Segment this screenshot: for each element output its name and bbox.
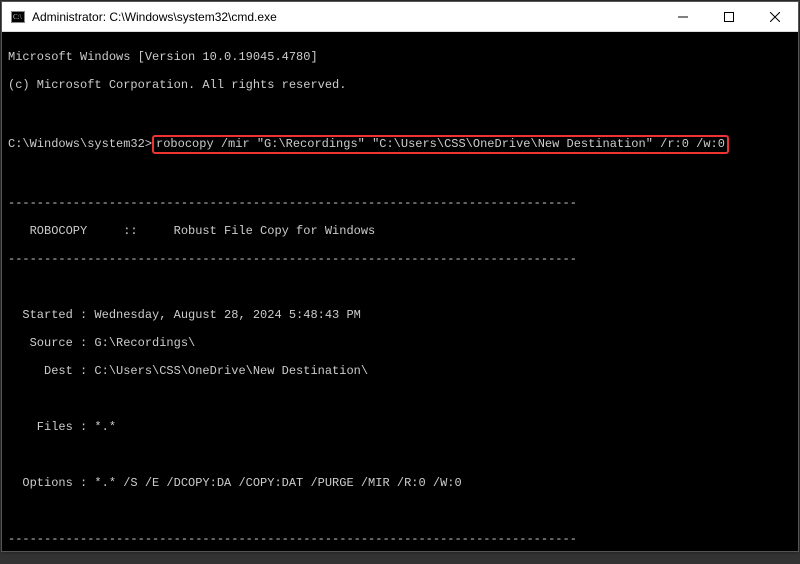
svg-text:C:\: C:\ — [13, 13, 22, 21]
command-text: robocopy /mir "G:\Recordings" "C:\Users\… — [156, 137, 725, 151]
cmd-window: C:\ Administrator: C:\Windows\system32\c… — [1, 1, 799, 552]
robocopy-header: ROBOCOPY :: Robust File Copy for Windows — [8, 224, 792, 238]
command-highlight: robocopy /mir "G:\Recordings" "C:\Users\… — [152, 135, 729, 154]
cmd-icon: C:\ — [10, 9, 26, 25]
files-line: Files : *.* — [8, 420, 792, 434]
copyright-line: (c) Microsoft Corporation. All rights re… — [8, 78, 792, 92]
separator: ----------------------------------------… — [8, 252, 792, 266]
separator: ----------------------------------------… — [8, 196, 792, 210]
maximize-button[interactable] — [706, 2, 752, 31]
maximize-icon — [724, 12, 734, 22]
blank-line — [8, 106, 792, 120]
close-button[interactable] — [752, 2, 798, 31]
separator: ----------------------------------------… — [8, 532, 792, 546]
banner-line: Microsoft Windows [Version 10.0.19045.47… — [8, 50, 792, 64]
titlebar[interactable]: C:\ Administrator: C:\Windows\system32\c… — [2, 2, 798, 32]
source-line: Source : G:\Recordings\ — [8, 336, 792, 350]
minimize-icon — [678, 12, 688, 22]
close-icon — [770, 12, 780, 22]
blank-line — [8, 504, 792, 518]
window-controls — [660, 2, 798, 31]
prompt-line: C:\Windows\system32> robocopy /mir "G:\Re… — [8, 134, 792, 154]
options-line: Options : *.* /S /E /DCOPY:DA /COPY:DAT … — [8, 476, 792, 490]
prompt-text: C:\Windows\system32> — [8, 137, 152, 151]
console-area[interactable]: Microsoft Windows [Version 10.0.19045.47… — [2, 32, 798, 551]
dest-line: Dest : C:\Users\CSS\OneDrive\New Destina… — [8, 364, 792, 378]
minimize-button[interactable] — [660, 2, 706, 31]
started-line: Started : Wednesday, August 28, 2024 5:4… — [8, 308, 792, 322]
blank-line — [8, 168, 792, 182]
blank-line — [8, 280, 792, 294]
blank-line — [8, 392, 792, 406]
blank-line — [8, 448, 792, 462]
window-title: Administrator: C:\Windows\system32\cmd.e… — [32, 10, 660, 24]
